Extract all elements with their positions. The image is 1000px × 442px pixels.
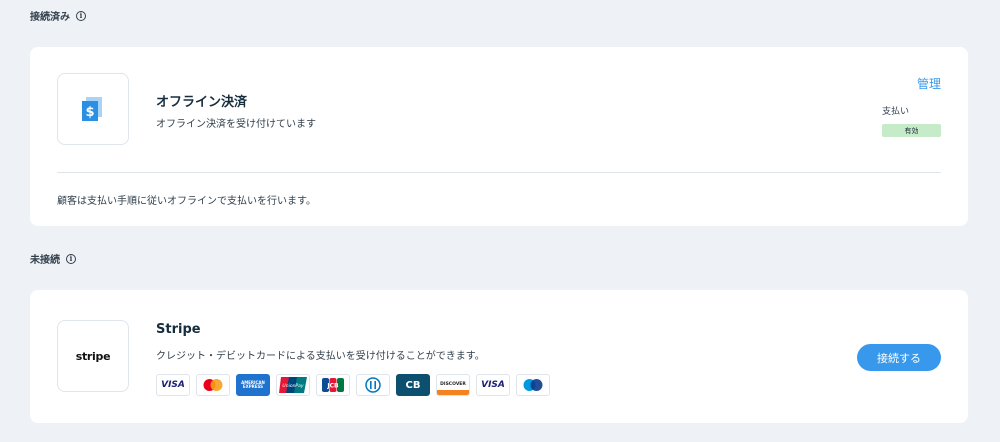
svg-text:UnionPay: UnionPay — [282, 383, 303, 389]
payment-label: 支払い — [882, 107, 910, 117]
unconnected-section-label: 未接続 i — [30, 251, 76, 266]
connected-label-text: 接続済み — [30, 12, 70, 23]
stripe-logo-text: stripe — [75, 349, 111, 363]
manage-link[interactable]: 管理 — [917, 75, 941, 92]
status-badge: 有効 — [882, 124, 941, 137]
stripe-description: クレジット・デビットカードによる支払いを受け付けることができます。 — [156, 351, 485, 362]
info-icon[interactable]: i — [76, 10, 86, 21]
connected-section-label: 接続済み i — [30, 8, 86, 23]
diners-icon — [356, 374, 390, 396]
offline-payment-footer: 顧客は支払い手順に従いオフラインで支払いを行います。 — [57, 196, 316, 207]
offline-payment-card: $ オフライン決済 オフライン決済を受け付けています 管理 支払い 有効 顧客は… — [30, 47, 968, 226]
visa-icon: VISA — [476, 374, 510, 396]
offline-payment-description: オフライン決済を受け付けています — [156, 119, 316, 130]
info-icon[interactable]: i — [66, 253, 76, 264]
unionpay-icon: UnionPay — [276, 374, 310, 396]
visa-icon: VISA — [156, 374, 190, 396]
discover-icon: DISCOVER — [436, 374, 470, 396]
unconnected-label-text: 未接続 — [30, 255, 60, 266]
svg-text:JCB: JCB — [326, 383, 339, 390]
offline-payment-logo: $ — [57, 73, 129, 145]
connect-button[interactable]: 接続する — [857, 344, 941, 371]
mastercard-icon — [196, 374, 230, 396]
stripe-logo: stripe — [57, 320, 129, 392]
jcb-icon: JCB — [316, 374, 350, 396]
amex-icon: AMERICAN EXPRESS — [236, 374, 270, 396]
divider — [57, 172, 941, 173]
stripe-title: Stripe — [156, 322, 201, 337]
stripe-card: stripe Stripe クレジット・デビットカードによる支払いを受け付けるこ… — [30, 290, 968, 423]
svg-text:$: $ — [85, 105, 94, 120]
maestro-icon — [516, 374, 550, 396]
cb-icon: CB — [396, 374, 430, 396]
payment-method-icons: VISA AMERICAN EXPRESS UnionPay JCB CB DI… — [156, 374, 550, 396]
dollar-bill-icon: $ — [82, 97, 102, 121]
offline-payment-title: オフライン決済 — [156, 95, 248, 110]
